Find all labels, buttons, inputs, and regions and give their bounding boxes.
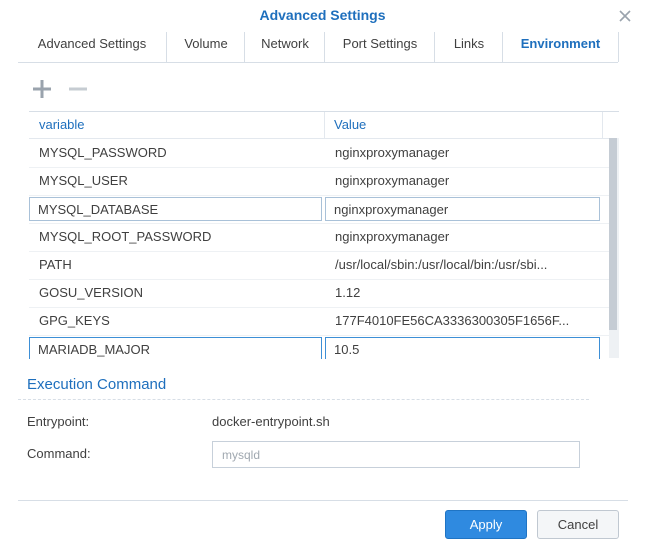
add-variable-button[interactable] [31, 78, 53, 100]
command-input[interactable] [212, 441, 580, 468]
command-label: Command: [27, 446, 91, 461]
plus-icon [33, 80, 51, 98]
tab-environment[interactable]: Environment [502, 32, 619, 62]
column-header-value[interactable]: Value [334, 112, 366, 138]
value-cell: 1.12 [335, 285, 361, 300]
column-header-variable[interactable]: variable [39, 112, 85, 138]
section-divider [18, 399, 589, 400]
variable-cell: PATH [39, 257, 72, 272]
variable-cell: GPG_KEYS [39, 313, 110, 328]
variable-edit-field[interactable]: MYSQL_DATABASE [29, 197, 322, 221]
table-row[interactable]: PATH /usr/local/sbin:/usr/local/bin:/usr… [29, 251, 612, 280]
dialog-title: Advanced Settings [259, 7, 386, 23]
table-header: variable Value [29, 112, 619, 139]
table-row[interactable]: MYSQL_DATABASE nginxproxymanager [29, 195, 612, 224]
variable-cell: GOSU_VERSION [39, 285, 144, 300]
value-cell: nginxproxymanager [335, 145, 450, 160]
minus-icon [69, 87, 87, 91]
close-button[interactable] [615, 6, 635, 26]
table-row[interactable]: MYSQL_USER nginxproxymanager [29, 167, 612, 196]
value-cell: 177F4010FE56CA3336300305F1656F... [335, 313, 570, 328]
tab-advanced-settings[interactable]: Advanced Settings [18, 32, 166, 62]
tab-links[interactable]: Links [434, 32, 503, 62]
value-cell: nginxproxymanager [335, 229, 450, 244]
table-row[interactable]: MYSQL_ROOT_PASSWORD nginxproxymanager [29, 223, 612, 252]
variable-cell: MYSQL_ROOT_PASSWORD [39, 229, 212, 244]
value-edit-field[interactable]: nginxproxymanager [325, 197, 600, 221]
environment-table: variable Value MYSQL_PASSWORD nginxproxy… [29, 111, 619, 359]
tab-bar: Advanced Settings Volume Network Port Se… [18, 32, 619, 63]
table-row[interactable]: MARIADB_MAJOR 10.5 [29, 335, 612, 359]
table-row[interactable]: MYSQL_PASSWORD nginxproxymanager [29, 139, 612, 168]
tab-volume[interactable]: Volume [166, 32, 245, 62]
variable-edit-field[interactable]: MARIADB_MAJOR [29, 337, 322, 359]
footer-divider [18, 500, 628, 501]
dialog-title-bar: Advanced Settings [0, 0, 645, 32]
apply-button[interactable]: Apply [445, 510, 527, 539]
table-row[interactable]: GPG_KEYS 177F4010FE56CA3336300305F1656F.… [29, 307, 612, 336]
value-cell: /usr/local/sbin:/usr/local/bin:/usr/sbi.… [335, 257, 548, 272]
scrollbar-thumb[interactable] [609, 138, 617, 330]
column-divider[interactable] [324, 112, 325, 138]
value-edit-field[interactable]: 10.5 [325, 337, 600, 359]
table-row[interactable]: GOSU_VERSION 1.12 [29, 279, 612, 308]
column-divider[interactable] [602, 112, 603, 138]
cancel-button[interactable]: Cancel [537, 510, 619, 539]
tab-port-settings[interactable]: Port Settings [324, 32, 435, 62]
variable-cell: MYSQL_PASSWORD [39, 145, 167, 160]
entrypoint-label: Entrypoint: [27, 414, 90, 429]
execution-command-title: Execution Command [27, 376, 167, 393]
remove-variable-button[interactable] [67, 78, 89, 100]
close-icon [619, 10, 631, 22]
value-cell: nginxproxymanager [335, 173, 450, 188]
variable-cell: MYSQL_USER [39, 173, 128, 188]
entrypoint-value: docker-entrypoint.sh [212, 414, 330, 429]
tab-network[interactable]: Network [244, 32, 325, 62]
